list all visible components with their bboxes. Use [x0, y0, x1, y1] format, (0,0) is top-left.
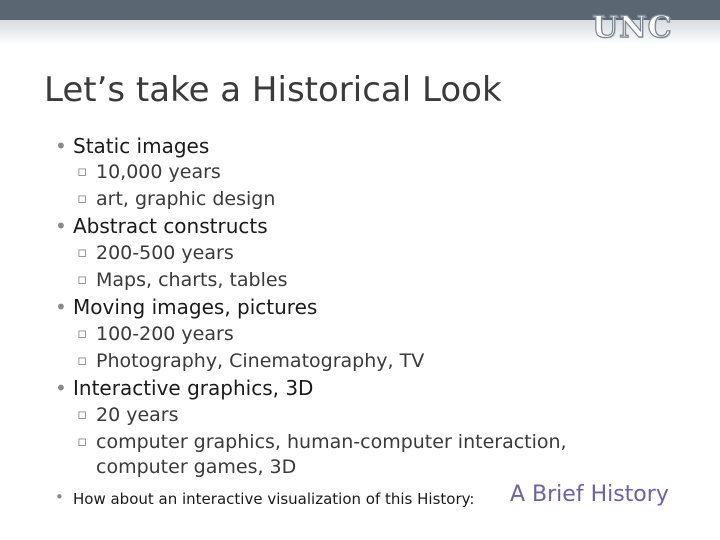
bullet-dot-icon: • [55, 376, 67, 400]
square-bullet-icon: ▫ [77, 162, 88, 180]
sub-bullet-label: computer graphics, human-computer intera… [96, 431, 567, 453]
sub-bullet-label: Photography, Cinematography, TV [96, 350, 425, 372]
square-bullet-icon: ▫ [77, 270, 88, 288]
bullet-dot-icon: • [55, 214, 67, 238]
bullet-label: Interactive graphics, 3D [73, 376, 314, 400]
footnote-text: How about an interactive visualization o… [73, 490, 475, 508]
square-bullet-icon: ▫ [77, 351, 88, 369]
square-bullet-icon: ▫ [77, 324, 88, 342]
square-bullet-icon: ▫ [77, 432, 88, 450]
bullet-dot-icon: • [55, 295, 67, 319]
sub-bullet-label: 200-500 years [96, 242, 234, 264]
square-bullet-icon: ▫ [77, 189, 88, 207]
square-bullet-icon: ▫ [77, 243, 88, 261]
square-bullet-icon: ▫ [77, 405, 88, 423]
bullet-list: • Static images ▫ 10,000 years ▫ art, gr… [0, 0, 720, 540]
sub-bullet-label: Maps, charts, tables [96, 269, 288, 291]
bullet-label: Abstract constructs [73, 214, 268, 238]
bullet-label: Static images [73, 134, 210, 158]
bullet-label: Moving images, pictures [73, 295, 318, 319]
sub-bullet-label: 100-200 years [96, 323, 234, 345]
sub-bullet-label: 20 years [96, 404, 179, 426]
bullet-dot-icon: • [55, 488, 64, 506]
sub-bullet-label: 10,000 years [96, 161, 221, 183]
sub-bullet-label: art, graphic design [96, 188, 276, 210]
sub-bullet-continuation: computer games, 3D [96, 456, 297, 478]
brief-history-link[interactable]: A Brief History [510, 482, 669, 507]
bullet-dot-icon: • [55, 134, 67, 158]
